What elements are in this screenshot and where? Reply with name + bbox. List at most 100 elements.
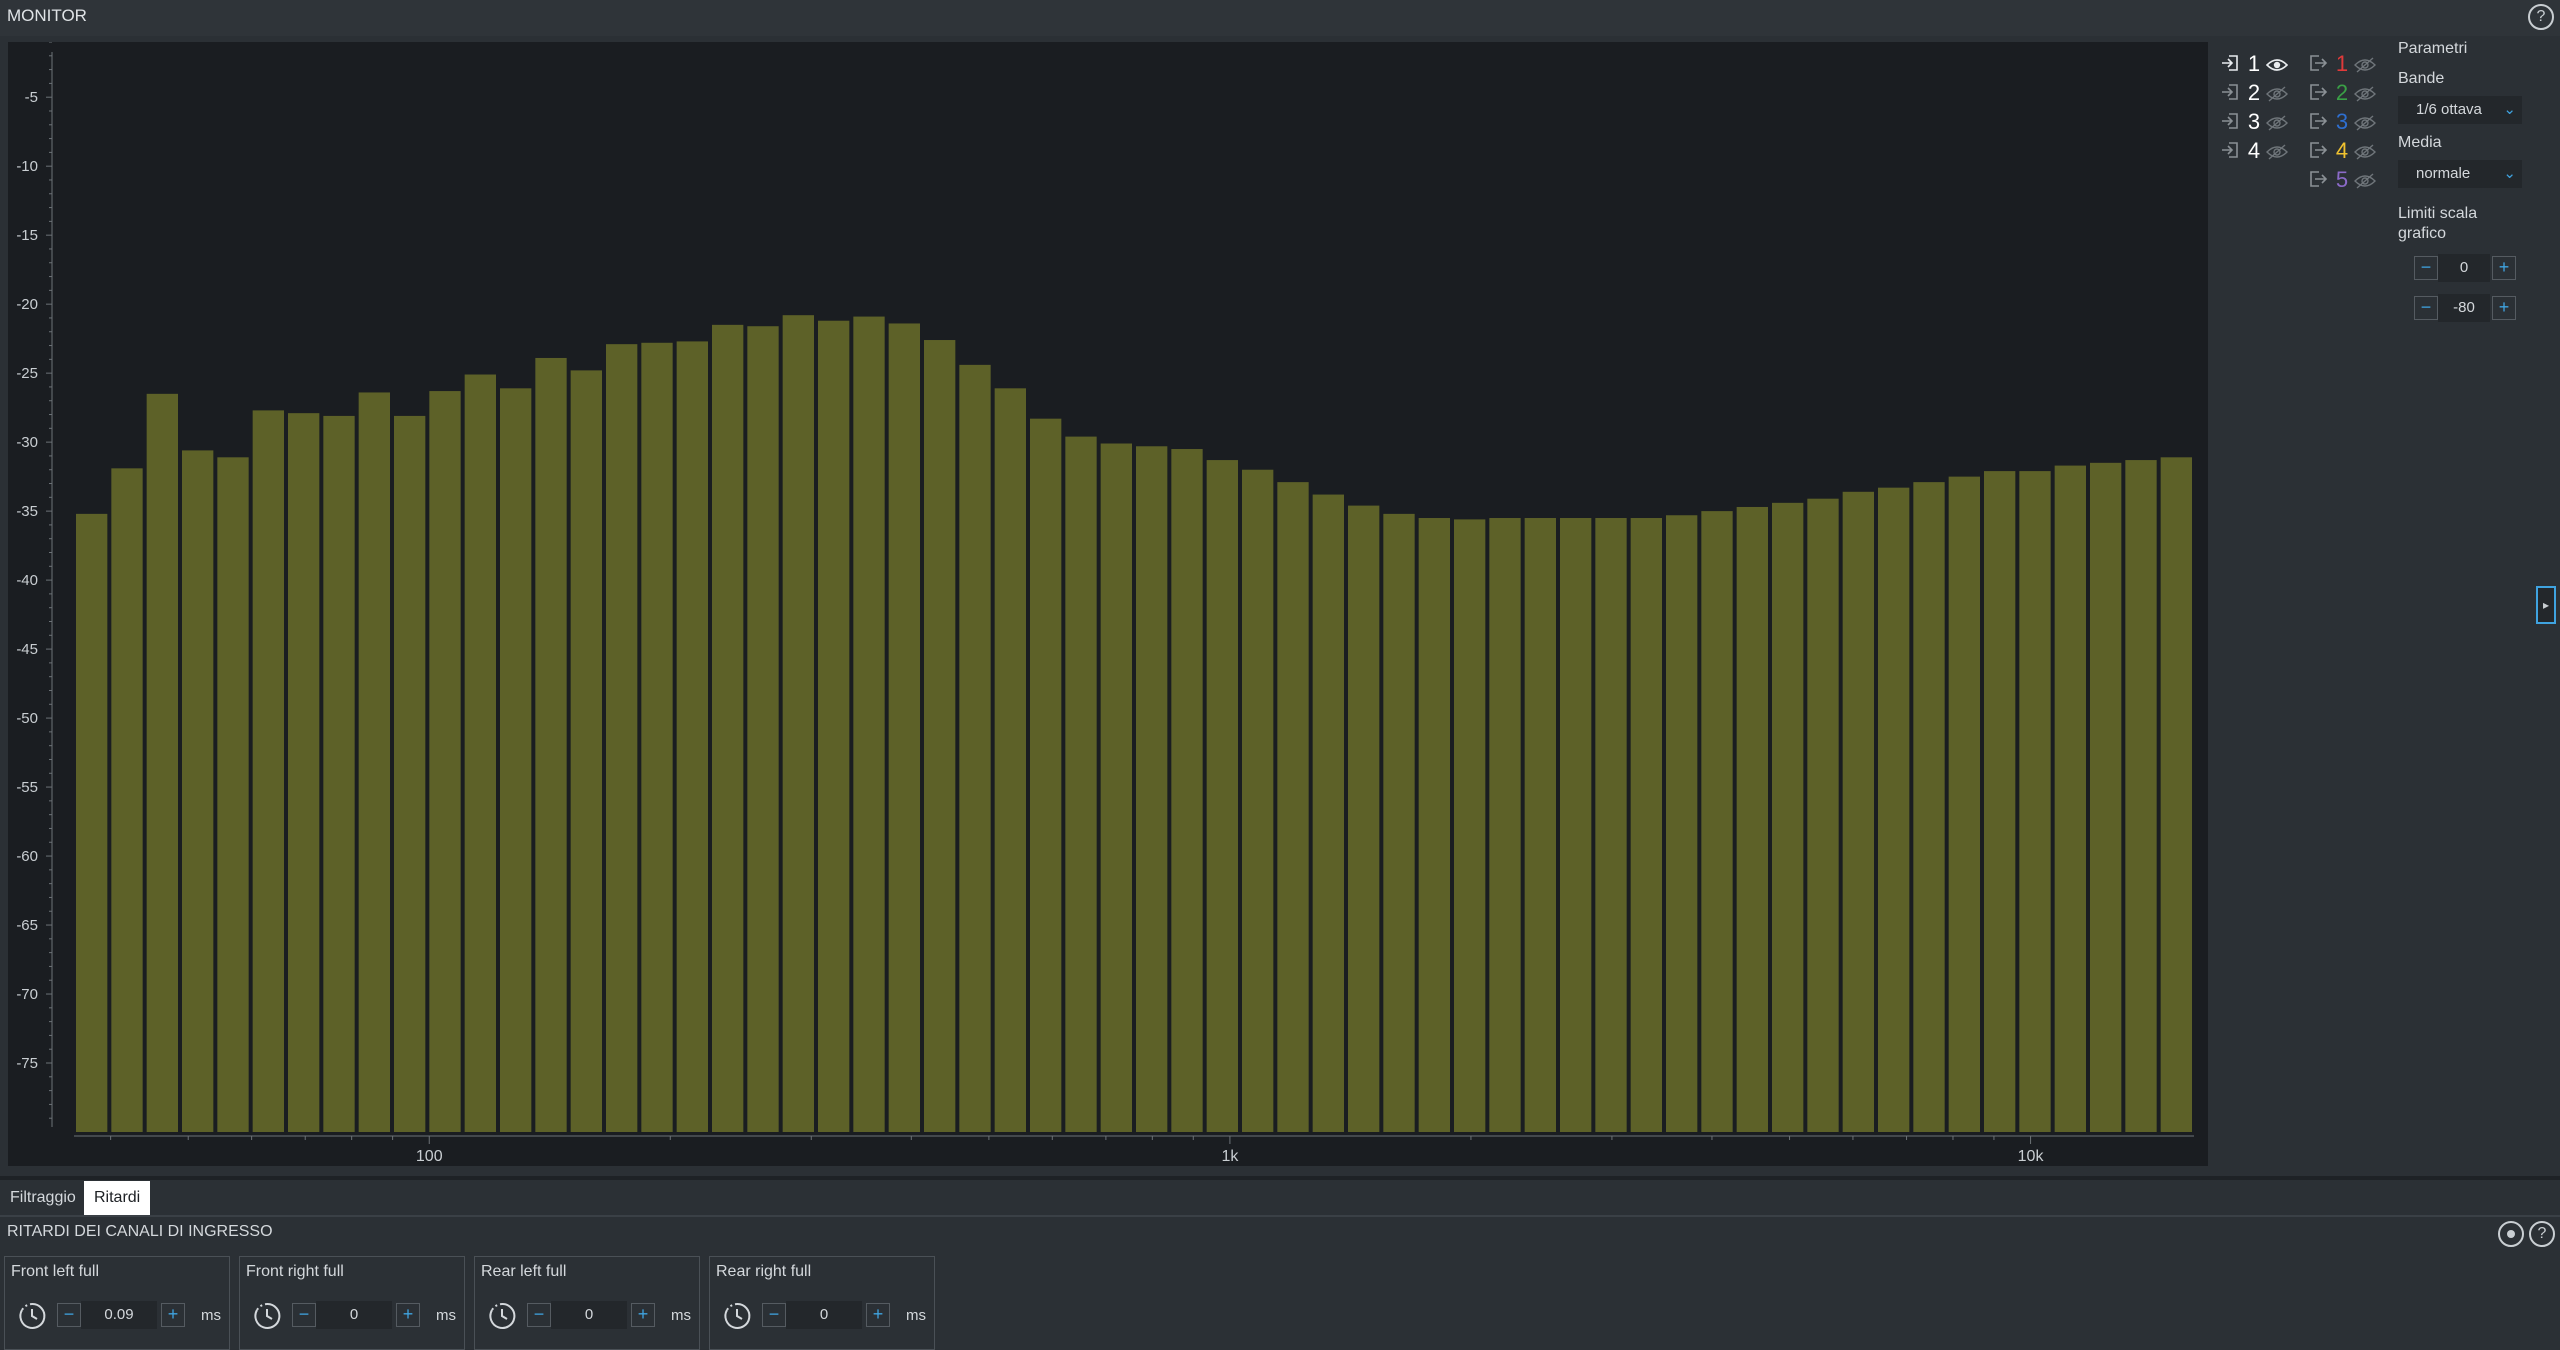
right-sidebar: 1234 12345 Parametri Bande 1/6 ottava ⌄ … <box>2210 36 2560 1176</box>
output-channel-number: 4 <box>2335 138 2349 164</box>
delay-value-field[interactable]: 0.09 <box>81 1301 157 1329</box>
spectrum-bar <box>2054 465 2086 1132</box>
input-icon <box>2220 140 2242 162</box>
average-label: Media <box>2398 134 2442 151</box>
y-tick-label: -70 <box>16 986 38 1003</box>
y-tick-label: -20 <box>16 296 38 313</box>
eye-off-icon[interactable] <box>2354 111 2376 133</box>
output-channel-row: 2 <box>2308 79 2376 105</box>
spectrum-bar <box>535 357 567 1132</box>
delay-channel-name: Front right full <box>246 1263 344 1280</box>
delay-card: Rear right full −0 + ms <box>709 1256 935 1350</box>
clock-icon[interactable] <box>252 1301 282 1331</box>
delay-unit: ms <box>201 1307 221 1324</box>
delay-decrement-button[interactable]: − <box>762 1303 786 1327</box>
help-icon[interactable]: ? <box>2529 1221 2555 1247</box>
delay-decrement-button[interactable]: − <box>57 1303 81 1327</box>
spectrum-bar <box>1701 511 1733 1133</box>
tab-ritardi[interactable]: Ritardi <box>84 1181 151 1215</box>
scale-min-increment-button[interactable]: + <box>2492 296 2516 320</box>
output-icon <box>2308 169 2330 191</box>
eye-off-icon[interactable] <box>2354 82 2376 104</box>
spectrum-bar <box>994 388 1026 1132</box>
output-channel-number: 2 <box>2335 80 2349 106</box>
spectrum-bar <box>252 410 284 1132</box>
output-channel-row: 3 <box>2308 108 2376 134</box>
eye-off-icon[interactable] <box>2266 140 2288 162</box>
clock-icon[interactable] <box>487 1301 517 1331</box>
scale-max-field[interactable]: 0 <box>2438 254 2490 282</box>
spectrum-bar <box>1065 436 1097 1132</box>
help-icon[interactable]: ? <box>2528 4 2554 30</box>
y-tick-label: -60 <box>16 848 38 865</box>
x-tick-label: 100 <box>416 1148 443 1165</box>
spectrum-bar <box>1242 469 1274 1132</box>
clock-icon[interactable] <box>17 1301 47 1331</box>
bands-select-value: 1/6 ottava <box>2416 101 2482 118</box>
y-tick-label: -25 <box>16 365 38 382</box>
expand-panel-button[interactable]: ▸ <box>2536 586 2556 624</box>
scale-max-decrement-button[interactable]: − <box>2414 256 2438 280</box>
spectrum-bar <box>182 450 214 1133</box>
spectrum-bar <box>924 340 956 1132</box>
delay-unit: ms <box>906 1307 926 1324</box>
spectrum-bar <box>2090 462 2122 1133</box>
scale-min-decrement-button[interactable]: − <box>2414 296 2438 320</box>
input-channel-row: 4 <box>2220 137 2288 163</box>
spectrum-bar <box>1948 476 1980 1132</box>
input-channel-row: 3 <box>2220 108 2288 134</box>
average-select[interactable]: normale ⌄ <box>2398 160 2522 188</box>
eye-icon[interactable] <box>2265 53 2289 75</box>
bands-label: Bande <box>2398 70 2445 87</box>
eye-off-icon[interactable] <box>2266 111 2288 133</box>
scale-min-field[interactable]: -80 <box>2438 294 2490 322</box>
eye-off-icon[interactable] <box>2354 140 2376 162</box>
spectrum-bar <box>500 388 532 1132</box>
spectrum-bar <box>429 391 461 1133</box>
spectrum-bar <box>2019 471 2051 1132</box>
delay-increment-button[interactable]: + <box>866 1303 890 1327</box>
delay-stepper: −0.09 + <box>57 1301 187 1329</box>
spectrum-bar <box>2160 457 2192 1132</box>
delay-decrement-button[interactable]: − <box>292 1303 316 1327</box>
spectrum-bar <box>1842 491 1874 1132</box>
y-tick-label: -55 <box>16 779 38 796</box>
output-channel-row: 1 <box>2308 50 2376 76</box>
spectrum-bar <box>217 457 249 1132</box>
spectrum-bar <box>146 393 178 1132</box>
reset-icon[interactable] <box>2498 1221 2524 1247</box>
input-icon <box>2220 111 2242 133</box>
delay-value-field[interactable]: 0 <box>786 1301 862 1329</box>
scale-max-increment-button[interactable]: + <box>2492 256 2516 280</box>
spectrum-bar <box>1736 506 1768 1132</box>
eye-off-icon[interactable] <box>2354 53 2376 75</box>
spectrum-bar <box>76 513 108 1132</box>
spectrum-bar <box>1630 518 1662 1132</box>
delay-value-field[interactable]: 0 <box>551 1301 627 1329</box>
spectrum-bar <box>712 324 744 1132</box>
spectrum-bar <box>1524 518 1556 1132</box>
spectrum-bar <box>1348 505 1380 1132</box>
clock-icon[interactable] <box>722 1301 752 1331</box>
delay-increment-button[interactable]: + <box>631 1303 655 1327</box>
spectrum-chart-svg: -5 -10 -15 -20 -25 -30 -35 -40 -45 -50 -55 -60 -65 -7… <box>16 42 2194 1165</box>
eye-off-icon[interactable] <box>2354 169 2376 191</box>
tab-filtraggio[interactable]: Filtraggio <box>0 1181 86 1215</box>
delay-card: Front right full −0 + ms <box>239 1256 465 1350</box>
bands-select[interactable]: 1/6 ottava ⌄ <box>2398 96 2522 124</box>
delay-increment-button[interactable]: + <box>161 1303 185 1327</box>
spectrum-bar <box>1772 502 1804 1132</box>
eye-off-icon[interactable] <box>2266 82 2288 104</box>
delay-value-field[interactable]: 0 <box>316 1301 392 1329</box>
output-channel-number: 5 <box>2335 167 2349 193</box>
spectrum-bar <box>1595 518 1627 1132</box>
delay-increment-button[interactable]: + <box>396 1303 420 1327</box>
delay-decrement-button[interactable]: − <box>527 1303 551 1327</box>
output-icon <box>2308 82 2330 104</box>
spectrum-bar <box>818 320 850 1132</box>
spectrum-bar <box>782 315 814 1132</box>
spectrum-bar <box>888 323 920 1132</box>
output-icon <box>2308 53 2330 75</box>
panel-divider[interactable] <box>0 1176 2560 1180</box>
input-channel-number: 3 <box>2247 109 2261 135</box>
